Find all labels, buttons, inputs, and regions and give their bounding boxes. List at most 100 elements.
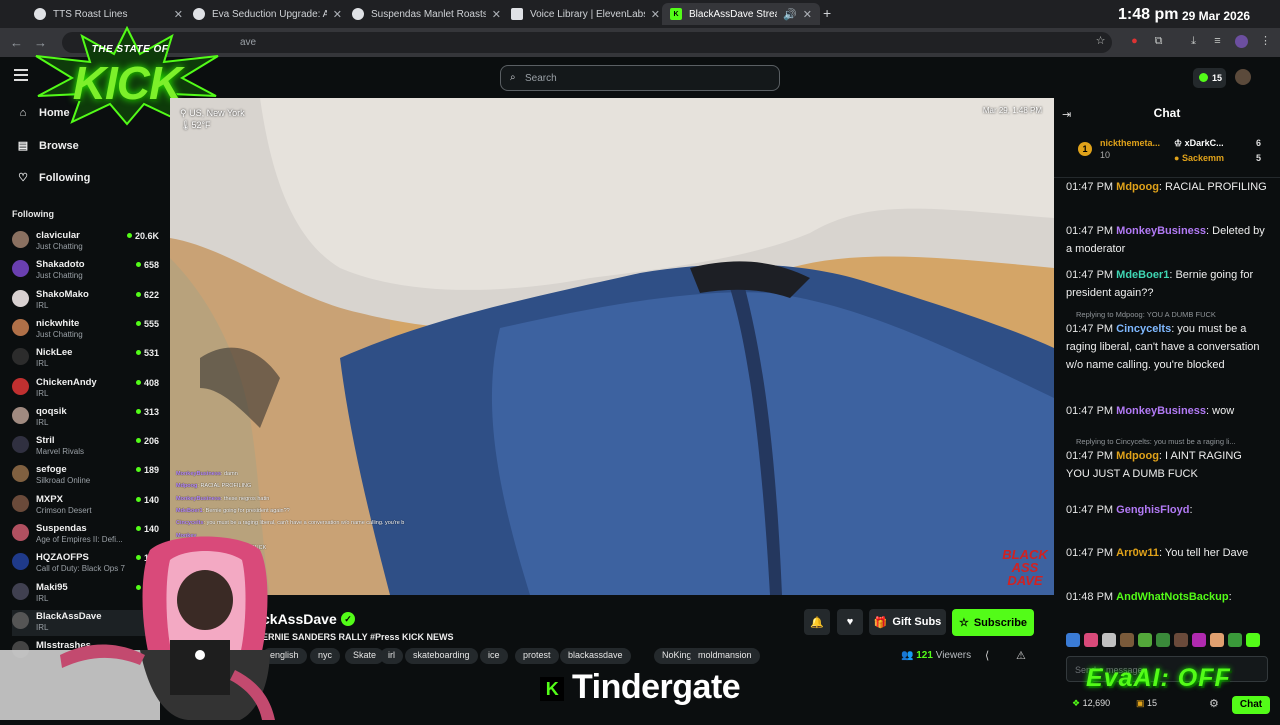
share-icon[interactable]: ⟨ [985,649,989,662]
points-icon: ❖ [1072,698,1081,708]
search-icon: ⌕ [510,72,516,83]
stream-tag[interactable]: blackassdave [560,648,631,664]
leader-name[interactable]: ● Sackemm [1174,153,1224,163]
channel-avatar [12,231,29,248]
message-username[interactable]: GenghisFloyd [1116,504,1189,516]
browser-tab[interactable]: Voice Library | ElevenLabs ✕ [503,3,668,25]
message-username[interactable]: MonkeyBusiness [1116,405,1206,417]
emote-icon[interactable] [1156,633,1170,647]
channel-category: Silkroad Online [36,476,91,486]
channel-name: MXPX [36,493,63,505]
webcam-overlay [0,530,280,720]
stream-tag[interactable]: skateboarding [405,648,478,664]
kicks-balance-button[interactable]: 15 [1193,68,1226,88]
emote-icon[interactable] [1084,633,1098,647]
media-icon[interactable]: ≡ [1211,35,1224,48]
viewer-count: 👥 121 Viewers [901,650,972,661]
rewards-display[interactable]: ▣ 15 [1136,698,1157,709]
extensions-puzzle-icon[interactable]: ⧉ [1152,35,1165,48]
message-username[interactable]: Cincycelts [1116,323,1171,335]
channel-name: ChickenAndy [36,376,97,388]
date: 29 Mar 2026 [1182,9,1251,23]
emote-icon[interactable] [1120,633,1134,647]
search-input[interactable]: ⌕ Search [500,65,780,91]
following-channel-row[interactable]: Shakadoto Just Chatting 658 [12,258,162,284]
close-tab-icon[interactable]: ✕ [803,8,812,21]
user-avatar[interactable] [1235,69,1251,85]
extension-icon[interactable]: ● [1128,35,1141,48]
emote-icon[interactable] [1102,633,1116,647]
emote-icon[interactable] [1192,633,1206,647]
watermark: BLACK ASS DAVE [1002,547,1048,588]
browser-tab-active[interactable]: KBlackAssDave Stream - Wat🔊✕ [662,3,820,25]
download-icon[interactable]: ⤓ [1187,35,1200,48]
emote-icon[interactable] [1174,633,1188,647]
browser-tab[interactable]: TTS Roast Lines ✕ [26,3,191,25]
following-channel-row[interactable]: ShakoMako IRL 622 [12,288,162,314]
message-username[interactable]: AndWhatNotsBackup [1116,591,1228,603]
following-channel-row[interactable]: sefoge Silkroad Online 189 [12,463,162,489]
video-player[interactable]: ⚲ US, New York 🌡52°F Mar 29, 1:48 PM BLA… [170,98,1054,595]
gift-subs-button[interactable]: 🎁 Gift Subs [869,609,946,635]
chat-message: 01:47 PM Arr0w11: You tell her Dave [1066,544,1268,562]
stream-tag[interactable]: Skate [345,648,385,664]
following-channel-row[interactable]: nickwhite Just Chatting 555 [12,317,162,343]
following-channel-row[interactable]: MXPX Crimson Desert 140 [12,493,162,519]
message-text: : [1189,504,1193,516]
points-display[interactable]: ❖ 12,690 [1072,698,1110,709]
back-icon[interactable]: ← [10,35,23,50]
sidebar-item-browse[interactable]: ▤ Browse [16,139,79,153]
stream-tag[interactable]: moldmansion [690,648,760,664]
leader-name[interactable]: ♔ xDarkC... [1174,138,1224,149]
new-tab-icon[interactable]: + [823,5,831,21]
notification-bell-button[interactable]: 🔔 [804,609,830,635]
channel-name: Stril [36,435,55,447]
close-tab-icon[interactable]: ✕ [333,8,342,21]
emote-icon[interactable] [1210,633,1224,647]
channel-viewers: 189 [136,465,159,475]
browser-tab[interactable]: Eva Seduction Upgrade: Archet✕ [185,3,350,25]
browser-tab[interactable]: Suspendas Manlet Roasts & Th✕ [344,3,509,25]
speaker-icon[interactable]: 🔊 [783,8,797,21]
follow-heart-button[interactable]: ♥ [837,609,863,635]
message-username[interactable]: MonkeyBusiness [1116,225,1206,237]
gift-box-icon: ▣ [1136,698,1145,708]
leader-name[interactable]: nickthemeta... [1100,138,1160,148]
emote-icon[interactable] [1138,633,1152,647]
bookmark-star-icon[interactable]: ☆ [1094,35,1107,48]
subscribe-button[interactable]: ☆ Subscribe [952,609,1034,636]
following-channel-row[interactable]: NickLee IRL 531 [12,346,162,372]
stream-tag[interactable]: nyc [310,648,341,664]
channel-category: Marvel Rivals [36,447,85,457]
menu-kebab-icon[interactable]: ⋮ [1259,35,1272,48]
message-time: 01:47 PM [1066,450,1114,462]
channel-name: sefoge [36,464,67,476]
message-username[interactable]: MdeBoer1 [1116,269,1169,281]
emote-icon[interactable] [1246,633,1260,647]
close-tab-icon[interactable]: ✕ [651,8,660,21]
profile-avatar[interactable] [1235,35,1248,48]
following-channel-row[interactable]: Stril Marvel Rivals 206 [12,434,162,460]
report-icon[interactable]: ⚠ [1016,649,1026,662]
stream-tag[interactable]: ice [480,648,508,664]
emote-icon[interactable] [1066,633,1080,647]
message-time: 01:47 PM [1066,181,1114,193]
send-chat-button[interactable]: Chat [1232,696,1270,714]
close-tab-icon[interactable]: ✕ [492,8,501,21]
following-channel-row[interactable]: clavicular Just Chatting 20.6K [12,229,162,255]
emote-icon[interactable] [1228,633,1242,647]
close-tab-icon[interactable]: ✕ [174,8,183,21]
browser-tab-bar: TTS Roast Lines ✕ Eva Seduction Upgrade: … [0,0,1280,28]
message-username[interactable]: Mdpoog [1116,181,1159,193]
message-username[interactable]: Arr0w11 [1116,547,1159,559]
following-channel-row[interactable]: qoqsik IRL 313 [12,405,162,431]
message-username[interactable]: Mdpoog [1116,450,1159,462]
stream-tag[interactable]: irl [380,648,403,664]
stream-tag[interactable]: protest [515,648,559,664]
sidebar-item-following[interactable]: ♡ Following [16,171,90,185]
following-channel-row[interactable]: ChickenAndy IRL 408 [12,376,162,402]
hamburger-menu-icon[interactable] [14,69,28,81]
channel-category: Just Chatting [36,329,83,339]
settings-gear-icon[interactable]: ⚙ [1209,697,1219,710]
message-text: : [1228,591,1232,603]
